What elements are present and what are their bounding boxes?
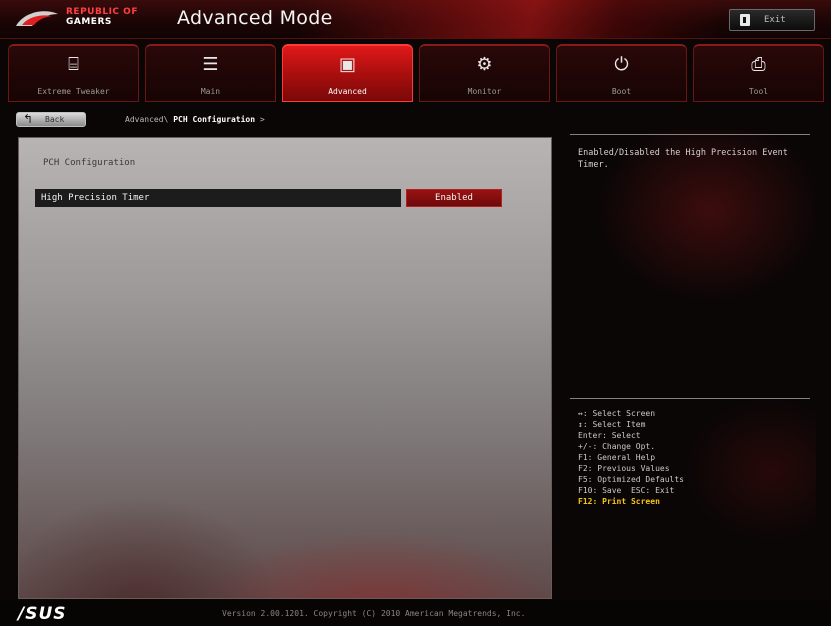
rog-logo: REPUBLIC OF GAMERS [14, 6, 154, 32]
exit-label: Exit [764, 15, 786, 25]
key-legend-item: F1: General Help [578, 453, 656, 462]
help-description: Enabled/Disabled the High Precision Even… [578, 148, 788, 170]
tab-label: Extreme Tweaker [37, 87, 110, 96]
version-text: Version 2.00.1201. Copyright (C) 2010 Am… [222, 609, 526, 618]
setting-row-high-precision-timer[interactable]: High Precision Timer [35, 189, 401, 207]
key-legend-print-screen: F12: Print Screen [578, 497, 660, 506]
breadcrumb-chevron: > [259, 115, 265, 124]
key-legend-item: F10: Save ESC: Exit [578, 486, 675, 495]
list-icon: ☰ [202, 54, 219, 75]
advanced-chip-icon: ▣ [338, 54, 356, 75]
breadcrumb-current: PCH Configuration [173, 115, 256, 124]
breadcrumb-bar: ↰ Back Advanced\ PCH Configuration > [8, 108, 824, 130]
tab-extreme-tweaker[interactable]: ⌸ Extreme Tweaker [8, 44, 139, 102]
extreme-tweaker-icon: ⌸ [68, 54, 79, 75]
main-tabs: ⌸ Extreme Tweaker ☰ Main ▣ Advanced ⚙ Monitor ⏻ B… [8, 44, 824, 102]
power-icon: ⏻ [614, 54, 629, 75]
tab-label: Main [200, 87, 221, 96]
key-legend-item: Enter: Select [578, 431, 641, 440]
key-legend: ↔: Select Screen ↕: Select Item Enter: Sel… [578, 408, 810, 507]
help-panel: Enabled/Disabled the High Precision Even… [570, 130, 816, 600]
tab-label: Advanced [328, 87, 367, 96]
help-divider-top [570, 134, 810, 135]
tab-label: Boot [611, 87, 632, 96]
tab-label: Monitor [467, 87, 502, 96]
back-button[interactable]: ↰ Back [16, 112, 86, 127]
breadcrumb: Advanced\ PCH Configuration > [125, 115, 265, 124]
key-legend-item: +/-: Change Opt. [578, 442, 656, 451]
exit-button[interactable]: Exit [729, 9, 815, 31]
tab-boot[interactable]: ⏻ Boot [556, 44, 687, 102]
tab-tool[interactable]: ⎙ Tool [693, 44, 824, 102]
monitor-fan-icon: ⚙ [476, 54, 493, 75]
top-bar: REPUBLIC OF GAMERS Advanced Mode Exit [0, 0, 831, 39]
asus-logo: /SUS [18, 604, 67, 624]
key-legend-item: ↕: Select Item [578, 420, 646, 429]
help-divider-bottom [570, 398, 810, 399]
tab-monitor[interactable]: ⚙ Monitor [419, 44, 550, 102]
key-legend-item: F2: Previous Values [578, 464, 670, 473]
footer: /SUS Version 2.00.1201. Copyright (C) 20… [0, 600, 831, 626]
back-arrow-icon: ↰ [23, 112, 34, 126]
breadcrumb-parent[interactable]: Advanced\ [125, 115, 168, 124]
brand-line2: GAMERS [66, 17, 112, 27]
tab-advanced[interactable]: ▣ Advanced [282, 44, 413, 102]
key-legend-item: ↔: Select Screen [578, 409, 656, 418]
brand-line1: REPUBLIC OF [66, 7, 138, 17]
key-legend-item: F5: Optimized Defaults [578, 475, 684, 484]
settings-panel: PCH Configuration High Precision Timer E… [18, 137, 552, 599]
rog-eye-icon [16, 11, 58, 26]
section-title: PCH Configuration [43, 158, 136, 168]
tab-main[interactable]: ☰ Main [145, 44, 276, 102]
tab-label: Tool [748, 87, 769, 96]
setting-value-dropdown[interactable]: Enabled [406, 189, 502, 207]
setting-label: High Precision Timer [41, 193, 150, 203]
back-label: Back [45, 115, 65, 124]
exit-door-icon [740, 14, 750, 26]
printer-tool-icon: ⎙ [751, 54, 766, 75]
mode-title: Advanced Mode [177, 7, 333, 29]
